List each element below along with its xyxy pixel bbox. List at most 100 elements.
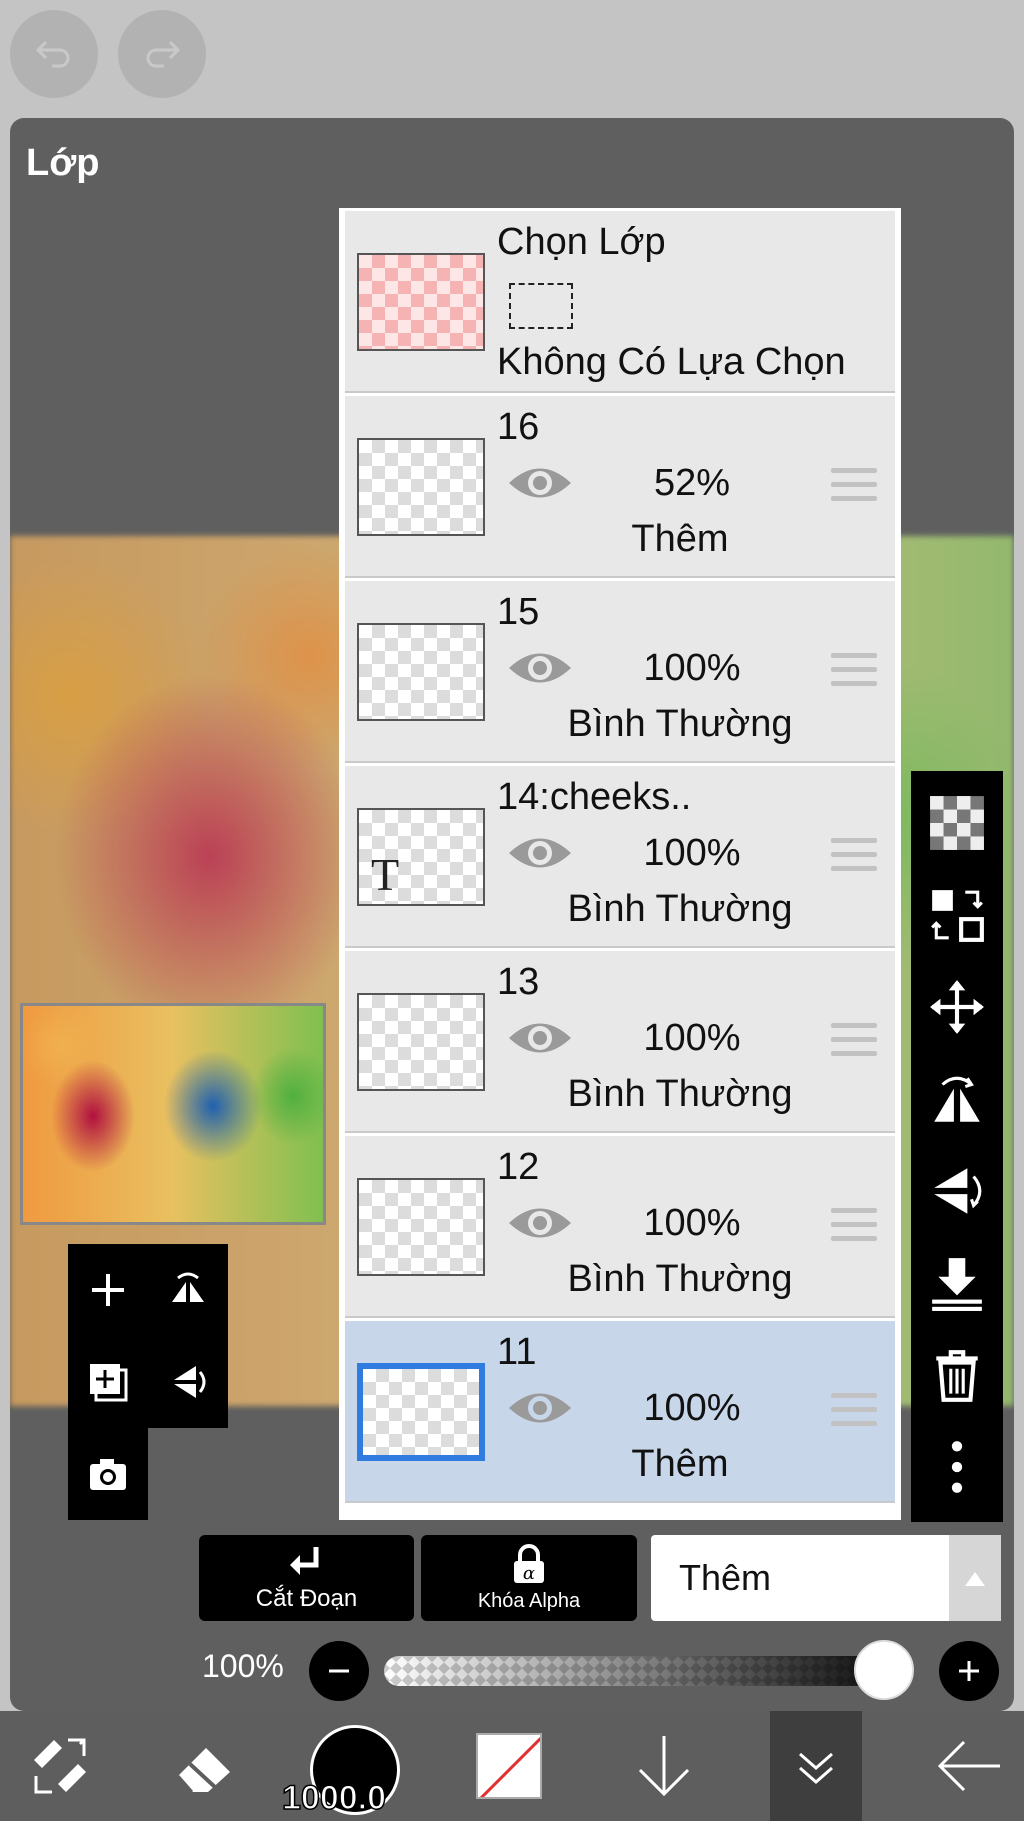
delete-layer-button[interactable] [925,1343,989,1407]
trash-icon [936,1350,978,1402]
flip-horizontal-right-button[interactable] [925,1067,989,1131]
more-vertical-icon [951,1441,963,1493]
merge-down-icon [932,1258,982,1311]
alpha-glyph: α [523,1563,535,1584]
layer-opacity: 100% [643,1387,741,1429]
eraser-tool-button[interactable] [160,1711,252,1821]
camera-button[interactable] [68,1428,148,1520]
layer-name: 12 [497,1146,540,1188]
drag-handle-icon[interactable] [831,1023,877,1059]
layer-opacity: 52% [653,462,731,504]
move-icon [930,980,984,1034]
clipping-arrow-icon [289,1547,318,1575]
layer-opacity: 100% [643,1017,741,1059]
canvas-thumbnail[interactable] [20,1003,326,1225]
text-layer-icon: T [371,849,400,900]
transform-icon [34,1738,86,1794]
duplicate-layer-button[interactable] [68,1336,148,1428]
clipping-button[interactable]: Cắt Đoạn [199,1535,414,1621]
layer-row[interactable]: 12 100% Bình Thường [345,1136,895,1318]
flip-horizontal-button[interactable] [148,1244,228,1336]
move-button[interactable] [925,975,989,1039]
opacity-slider[interactable] [384,1656,914,1686]
layer-thumbnail [357,623,485,721]
drag-handle-icon[interactable] [831,1208,877,1244]
layer-row[interactable]: 16 52% Thêm [345,396,895,578]
flip-horizontal-icon [172,1272,204,1302]
drag-handle-icon[interactable] [831,1393,877,1429]
flip-vertical-right-button[interactable] [925,1159,989,1223]
blend-mode-select[interactable]: Thêm [651,1535,1001,1621]
plus-icon [92,1274,124,1306]
layer-name: 13 [497,961,540,1003]
selection-layer-row[interactable]: Chọn Lớp Không Có Lựa Chọn [345,211,895,393]
layer-blend-mode: Bình Thường [567,888,793,930]
eraser-icon [176,1748,230,1793]
swap-layer-button[interactable] [925,883,989,947]
eye-icon[interactable] [505,645,575,691]
transparency-button[interactable] [925,791,989,855]
eye-icon[interactable] [505,1385,575,1431]
layer-blend-mode: Bình Thường [567,703,793,745]
layer-opacity: 100% [643,647,741,689]
arrow-down-icon [638,1736,690,1797]
layer-row[interactable]: T 14:cheeks.. 100% Bình Thường [345,766,895,948]
double-chevron-down-icon [799,1752,833,1784]
drag-handle-icon[interactable] [831,468,877,504]
lock-icon: α [514,1544,544,1584]
layer-row[interactable]: 13 100% Bình Thường [345,951,895,1133]
opacity-decrease-button[interactable] [309,1641,369,1701]
selection-status: Không Có Lựa Chọn [497,341,846,383]
eye-icon[interactable] [505,830,575,876]
merge-down-button[interactable] [925,1251,989,1315]
back-button[interactable] [920,1711,1020,1821]
flip-vertical-button[interactable] [148,1336,228,1428]
drag-handle-icon[interactable] [831,838,877,874]
eye-icon[interactable] [505,460,575,506]
redo-icon [146,40,181,68]
undo-button[interactable] [10,10,98,98]
opacity-increase-button[interactable] [939,1641,999,1701]
alpha-lock-button[interactable]: α Khóa Alpha [421,1535,637,1621]
opacity-value: 100% [202,1648,284,1684]
blend-mode-value: Thêm [679,1557,772,1598]
right-toolbar [911,771,1003,1522]
duplicate-layer-icon [90,1364,128,1402]
layer-name: 16 [497,406,540,448]
layer-name: 15 [497,591,540,633]
color-swatch[interactable] [476,1733,542,1799]
layer-name: 11 [497,1331,537,1373]
layer-thumbnail [357,1178,485,1276]
selection-layer-thumbnail [357,253,485,351]
add-layer-button[interactable] [68,1244,148,1336]
layer-name: 14:cheeks.. [497,776,692,818]
drag-handle-icon[interactable] [831,653,877,689]
layer-blend-mode: Thêm [631,1443,729,1485]
clipping-label: Cắt Đoạn [255,1585,358,1612]
layer-row[interactable]: 15 100% Bình Thường [345,581,895,763]
transform-tool-button[interactable] [14,1711,106,1821]
layer-blend-mode: Thêm [631,518,729,560]
minus-icon [329,1669,349,1673]
undo-icon [35,40,70,68]
selection-marquee-icon [509,283,573,329]
alpha-lock-label: Khóa Alpha [477,1590,581,1612]
layer-down-button[interactable] [618,1711,710,1821]
arrow-left-icon [937,1740,1000,1792]
eye-icon[interactable] [505,1200,575,1246]
layer-row-selected[interactable]: 11 100% Thêm [345,1321,895,1503]
flip-vertical-icon [934,1168,982,1214]
redo-button[interactable] [118,10,206,98]
opacity-slider-handle[interactable] [854,1640,914,1700]
swap-icon [931,890,984,942]
layers-panel-toggle[interactable] [770,1711,862,1821]
layer-list[interactable]: Chọn Lớp Không Có Lựa Chọn 16 52% Thêm 1… [339,208,901,1520]
layer-blend-mode: Bình Thường [567,1258,793,1300]
selection-layer-title: Chọn Lớp [497,221,666,263]
dropdown-arrow-icon[interactable] [949,1535,1001,1621]
layer-blend-mode: Bình Thường [567,1073,793,1115]
more-options-button[interactable] [925,1435,989,1499]
eye-icon[interactable] [505,1015,575,1061]
layer-thumbnail [357,438,485,536]
layer-thumbnail: T [357,808,485,906]
